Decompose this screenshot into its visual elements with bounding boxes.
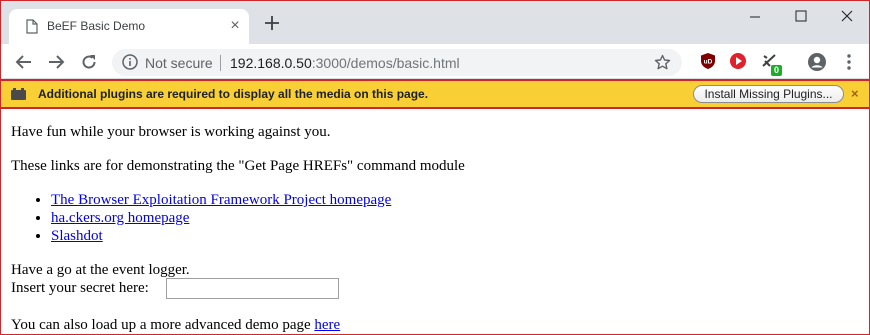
url-text[interactable]: 192.168.0.50:3000/demos/basic.html: [230, 55, 460, 71]
browser-window: BeEF Basic Demo × Not secure 192.168.0.5…: [0, 0, 870, 335]
intro-text: Have fun while your browser is working a…: [11, 124, 331, 140]
window-close-icon[interactable]: [824, 1, 870, 33]
back-arrow-icon[interactable]: [14, 52, 34, 72]
advanced-demo-text: You can also load up a more advanced dem…: [11, 316, 340, 334]
missing-plugins-infobar: Additional plugins are required to displ…: [1, 79, 869, 109]
document-icon: [26, 19, 38, 34]
beef-homepage-link[interactable]: The Browser Exploitation Framework Proje…: [51, 192, 391, 208]
url-host: 192.168.0.50: [230, 55, 312, 71]
list-item: ha.ckers.org homepage: [51, 209, 391, 227]
install-missing-plugins-button[interactable]: Install Missing Plugins...: [693, 85, 844, 103]
reload-icon[interactable]: [79, 52, 99, 72]
secret-label: Insert your secret here:: [11, 280, 149, 296]
extension-badge-count: 0: [771, 65, 782, 76]
address-bar[interactable]: Not secure 192.168.0.50:3000/demos/basic…: [112, 49, 682, 76]
tab-title: BeEF Basic Demo: [47, 19, 146, 33]
advanced-demo-label: You can also load up a more advanced dem…: [11, 317, 315, 333]
profile-avatar-icon[interactable]: [807, 52, 827, 72]
hackers-homepage-link[interactable]: ha.ckers.org homepage: [51, 210, 189, 226]
tab-beef-basic-demo[interactable]: BeEF Basic Demo ×: [9, 9, 249, 44]
url-path: :3000/demos/basic.html: [311, 55, 460, 71]
svg-text:uD: uD: [704, 59, 713, 66]
secret-input[interactable]: [166, 278, 339, 299]
more-menu-icon[interactable]: [841, 53, 857, 71]
list-item: Slashdot: [51, 227, 391, 245]
link-list: The Browser Exploitation Framework Proje…: [51, 191, 391, 245]
tab-strip: BeEF Basic Demo ×: [1, 1, 869, 44]
ublock-origin-icon[interactable]: uD: [699, 52, 717, 70]
infobar-message: Additional plugins are required to displ…: [38, 87, 429, 101]
minimize-icon[interactable]: [732, 1, 778, 33]
slashdot-link[interactable]: Slashdot: [51, 228, 103, 244]
list-item: The Browser Exploitation Framework Proje…: [51, 191, 391, 209]
address-separator: [220, 55, 221, 71]
plugin-icon: [11, 88, 26, 100]
links-intro-text: These links are for demonstrating the "G…: [11, 158, 465, 174]
play-extension-icon[interactable]: [729, 52, 747, 70]
bookmark-star-icon[interactable]: [654, 54, 671, 71]
maximize-icon[interactable]: [778, 1, 824, 33]
event-logger-text: Have a go at the event logger.: [11, 262, 190, 278]
infobar-close-icon[interactable]: ×: [851, 86, 859, 101]
close-tab-icon[interactable]: ×: [227, 18, 243, 34]
info-icon[interactable]: [122, 54, 138, 70]
new-tab-icon[interactable]: [263, 14, 281, 32]
advanced-demo-link[interactable]: here: [314, 317, 340, 333]
security-status: Not secure: [145, 55, 213, 71]
forward-arrow-icon[interactable]: [46, 52, 66, 72]
